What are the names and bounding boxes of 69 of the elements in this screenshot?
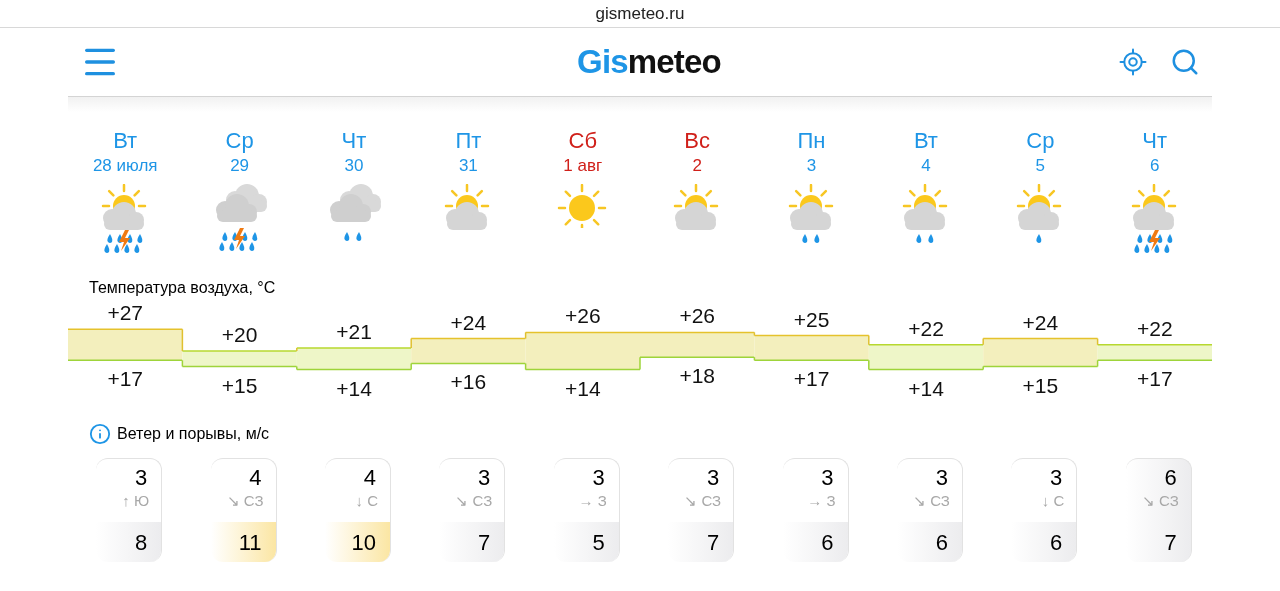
wind-speed: 3 [477,464,492,491]
wind-direction: ↘ СЗ [454,491,494,511]
wind-speed: 3 [133,464,149,491]
wind-speed: 3 [820,464,835,491]
min-temperature: +17 [107,367,143,391]
min-temperature: +14 [908,376,944,400]
date: 29 [230,155,250,177]
wind-speed: 4 [248,464,263,491]
min-temperature: +14 [336,376,372,400]
wind-direction: ↘ СЗ [1140,491,1180,511]
weekday: Пт [455,128,482,154]
date: 3 [806,155,817,177]
wind-direction: ↑ Ю [121,491,151,511]
temperature-title: Температура воздуха, °C [89,279,276,296]
wind-direction: ↘ СЗ [683,491,723,511]
weekday: Ср [1026,128,1055,154]
wind-gust: 10 [324,522,390,562]
max-temperature: +26 [565,304,601,328]
weekday: Вт [913,128,938,154]
date: 6 [1149,155,1160,177]
logo[interactable]: Gismeteo [577,37,721,87]
weekday: Пн [797,128,826,154]
weekday: Вс [684,128,710,154]
weekday: Сб [568,128,597,154]
wind-speed: 6 [1163,464,1178,491]
min-temperature: +14 [565,376,601,400]
date: 28 июля [92,155,158,177]
wind-direction: ↓ С [354,491,379,511]
max-temperature: +22 [1137,316,1173,340]
min-temperature: +15 [221,373,258,397]
location-icon[interactable] [1118,47,1148,77]
address-text[interactable]: gismeteo.ru [595,0,685,27]
wind-direction: ↘ СЗ [912,491,951,511]
date: 31 [458,155,478,177]
weekday: Чт [341,128,367,154]
weekday: Ср [225,128,254,154]
info-icon[interactable] [89,423,111,445]
max-temperature: +21 [336,319,372,343]
weekday: Чт [1142,128,1168,154]
wind-direction: → З [806,491,837,511]
wind-speed: 4 [362,464,377,491]
wind-direction: ↘ СЗ [225,491,265,511]
wind-speed: 3 [591,464,606,491]
max-temperature: +24 [450,310,487,334]
wind-title: Ветер и порывы, м/с [117,424,270,444]
date: 4 [921,155,931,177]
wind-direction: → З [577,491,608,511]
min-temperature: +17 [1137,367,1173,391]
date: 2 [692,155,702,177]
wind-speed: 3 [934,464,949,491]
min-temperature: +17 [793,367,830,391]
date: 30 [344,155,364,177]
date: 1 авг [563,155,603,177]
search-icon[interactable] [1170,47,1200,77]
min-temperature: +16 [450,370,487,394]
max-temperature: +22 [908,316,944,340]
wind-direction: ↓ С [1040,491,1066,511]
min-temperature: +15 [1022,373,1059,397]
weekday: Вт [113,128,138,154]
wind-speed: 3 [1049,464,1064,491]
date: 5 [1035,155,1046,177]
max-temperature: +26 [679,304,715,328]
wind-gust: 11 [210,522,276,562]
max-temperature: +20 [221,323,258,346]
wind-speed: 3 [705,464,721,491]
max-temperature: +27 [107,301,143,325]
min-temperature: +18 [679,364,715,388]
max-temperature: +25 [793,307,830,331]
max-temperature: +24 [1022,310,1059,334]
